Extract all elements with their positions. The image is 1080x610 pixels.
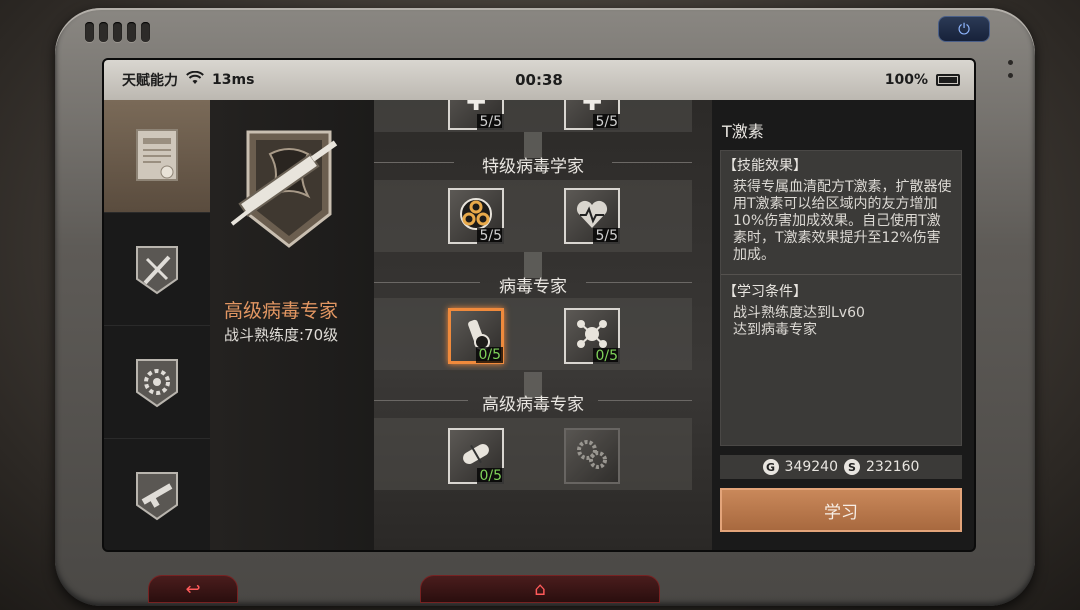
skill-description-box: 【技能效果】 获得专属血清配方T激素，扩散器使用T激素可以给区域内的友方增加10… [720, 150, 962, 446]
category-tabs [104, 100, 210, 550]
tab-emblem-rifle[interactable] [104, 439, 210, 550]
power-icon: ⏻ [958, 20, 970, 38]
gold-coin-icon: G [762, 459, 779, 475]
skill-node-gears[interactable] [564, 428, 620, 484]
cost-gold: 349240 [784, 459, 838, 475]
back-button[interactable]: ↩ [148, 575, 238, 603]
wifi-icon [186, 70, 204, 89]
skill-node-count: 5/5 [593, 114, 620, 130]
tab-emblem-gear[interactable] [104, 326, 210, 439]
skill-node-count: 0/5 [477, 468, 504, 484]
app-name: 天赋能力 [122, 73, 178, 89]
tier-row [374, 418, 692, 490]
tier-title: 特级病毒学家 [482, 157, 584, 177]
tier-row [374, 180, 692, 252]
silver-coin-icon: S [844, 459, 860, 475]
emblem-gear-icon [129, 352, 185, 412]
condition-header: 【学习条件】 [723, 284, 807, 300]
skill-node-serum[interactable]: 0/5 [448, 308, 504, 364]
skill-node-biohazard[interactable]: 5/5 [448, 188, 504, 244]
gear-cluster-icon [574, 436, 610, 476]
profile-skill-level: 战斗熟练度:70级 [224, 326, 339, 344]
skill-node[interactable]: ✚ 5/5 [564, 100, 620, 130]
syringe-emblem-icon [226, 114, 352, 254]
skill-node-count: 0/5 [476, 347, 503, 363]
tier-title: 高级病毒专家 [482, 395, 584, 415]
skill-node-heart[interactable]: 5/5 [564, 188, 620, 244]
skill-tree: ✚ 5/5 ✚ 5/5 特级病毒学家 5/5 5/5 病毒专家 0/5 0/5 … [374, 100, 712, 550]
battery-icon [936, 74, 960, 86]
power-button[interactable]: ⏻ [938, 16, 990, 42]
skill-node-count: 5/5 [477, 228, 504, 244]
tab-emblem-wrench[interactable] [104, 213, 210, 326]
profile-skill-name: 高级病毒专家 [224, 300, 339, 322]
tier-row [374, 298, 692, 370]
skill-node-molecule[interactable]: 0/5 [564, 308, 620, 364]
status-bar: 天赋能力 13ms 00:38 100% [104, 60, 974, 100]
tier-row [374, 100, 692, 132]
certificate-icon [129, 126, 185, 186]
tier-title: 病毒专家 [499, 277, 567, 297]
condition-prerequisite: 达到病毒专家 [733, 322, 817, 338]
back-icon: ↩ [185, 578, 201, 600]
screen: 天赋能力 13ms 00:38 100% 高级病毒专家 战斗熟练度:70级 ✚ … [102, 58, 976, 552]
skill-title: T激素 [722, 122, 764, 141]
home-icon: ⌂ [534, 578, 546, 600]
tab-certificate[interactable] [104, 100, 210, 213]
effect-header: 【技能效果】 [723, 158, 807, 174]
skill-node[interactable]: ✚ 5/5 [448, 100, 504, 130]
skill-info-panel: T激素 【技能效果】 获得专属血清配方T激素，扩散器使用T激素可以给区域内的友方… [712, 100, 974, 550]
skill-node-capsule[interactable]: 0/5 [448, 428, 504, 484]
battery-percent: 100% [884, 72, 928, 88]
skill-node-count: 5/5 [477, 114, 504, 130]
skill-node-count: 0/5 [593, 348, 620, 364]
condition-level: 战斗熟练度达到Lv60 [733, 305, 865, 321]
home-button[interactable]: ⌂ [420, 575, 660, 603]
learn-button[interactable]: 学习 [720, 488, 962, 532]
section-divider [721, 274, 961, 275]
effect-text: 获得专属血清配方T激素，扩散器使用T激素可以给区域内的友方增加10%伤害加成效果… [733, 179, 952, 263]
selected-skill-panel: 高级病毒专家 战斗熟练度:70级 [210, 100, 374, 550]
side-dots [1008, 60, 1013, 78]
cost-bar: G 349240 S 232160 [720, 455, 962, 479]
clock: 00:38 [515, 71, 563, 89]
skill-node-count: 5/5 [593, 228, 620, 244]
ping-value: 13ms [212, 72, 255, 88]
emblem-rifle-icon [129, 465, 185, 525]
cost-silver: 232160 [866, 459, 920, 475]
emblem-wrench-icon [129, 239, 185, 299]
grip-pattern [85, 22, 150, 42]
